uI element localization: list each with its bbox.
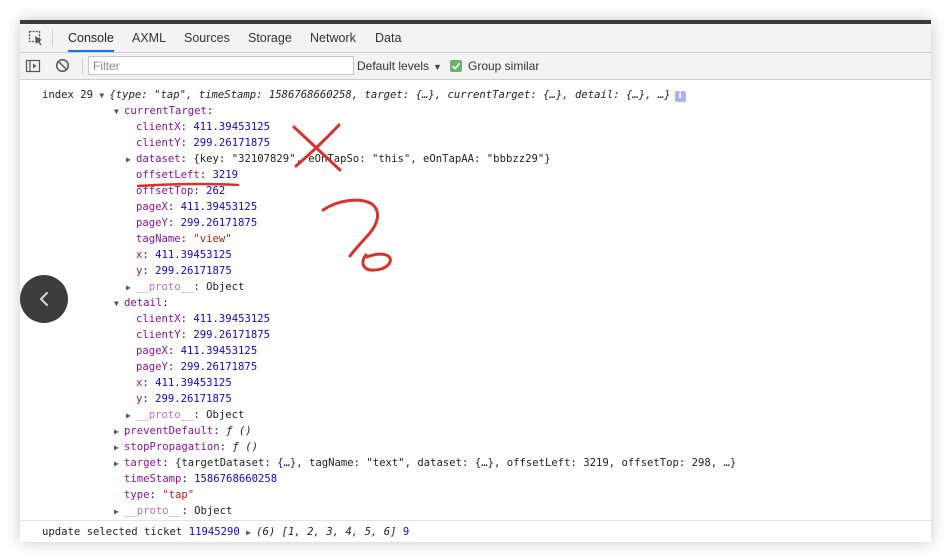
tree-item[interactable]: clientX: 411.39453125 — [136, 311, 270, 327]
ticket-number: 11945290 — [188, 526, 240, 538]
tree-item[interactable]: type: "tap" — [124, 487, 194, 503]
tree-item[interactable]: pageY: 299.26171875 — [136, 215, 257, 231]
tree-item-stopPropagation[interactable]: ▶ stopPropagation: ƒ () — [114, 439, 258, 455]
log-entry-index[interactable]: index 29 ▼ {type: "tap", timeStamp: 15867… — [42, 87, 686, 103]
expand-triangle-icon[interactable]: ▶ — [114, 504, 124, 520]
tree-item-detail[interactable]: ▼ detail: — [114, 295, 169, 311]
expand-triangle-icon[interactable]: ▶ — [114, 440, 124, 456]
inspect-element-icon[interactable] — [27, 29, 45, 47]
divider — [52, 29, 53, 47]
property-value: 411.39453125 — [180, 345, 258, 357]
property-value: "view" — [193, 233, 232, 245]
property-value: ƒ () — [226, 425, 252, 437]
tree-item[interactable]: clientX: 411.39453125 — [136, 119, 270, 135]
property-value: 299.26171875 — [155, 393, 232, 405]
property-value: 411.39453125 — [193, 121, 270, 133]
console-output: index 29 ▼ {type: "tap", timeStamp: 15867… — [20, 80, 931, 520]
property-value: 299.26171875 — [180, 361, 258, 373]
tree-item[interactable]: timeStamp: 1586768660258 — [124, 471, 277, 487]
property-key: currentTarget — [124, 105, 207, 117]
info-icon[interactable]: i — [674, 91, 686, 102]
property-value: 411.39453125 — [155, 377, 232, 389]
property-value: 299.26171875 — [180, 217, 258, 229]
caret-down-icon: ▼ — [433, 62, 442, 72]
tab-bar: Console AXML Sources Storage Network Dat… — [20, 24, 931, 53]
tree-item-preventDefault[interactable]: ▶ preventDefault: ƒ () — [114, 423, 252, 439]
property-value: 299.26171875 — [193, 137, 270, 149]
devtools-window: Console AXML Sources Storage Network Dat… — [20, 20, 931, 542]
tree-item[interactable]: pageX: 411.39453125 — [136, 199, 257, 215]
tree-item[interactable]: x: 411.39453125 — [136, 375, 232, 391]
tab-network[interactable]: Network — [310, 24, 356, 52]
expand-triangle-icon[interactable]: ▶ — [126, 152, 136, 168]
group-similar-label: Group similar — [468, 59, 540, 73]
tree-item[interactable]: y: 299.26171875 — [136, 263, 232, 279]
console-toolbar: Default levels▼ Group similar — [20, 53, 931, 80]
tree-item[interactable]: pageY: 299.26171875 — [136, 359, 257, 375]
tree-item[interactable]: y: 299.26171875 — [136, 391, 232, 407]
log-entry-update-ticket[interactable]: update selected ticket 11945290 ▶ (6) [1,… — [20, 520, 931, 542]
tree-item[interactable]: tagName: "view" — [136, 231, 232, 247]
expand-triangle-icon[interactable]: ▼ — [114, 104, 124, 120]
tree-item[interactable]: clientY: 299.26171875 — [136, 327, 270, 343]
tab-storage[interactable]: Storage — [248, 24, 292, 52]
sidebar-toggle-icon[interactable] — [25, 58, 41, 74]
expand-triangle-icon[interactable]: ▼ — [114, 296, 124, 312]
array-value: (6) [1, 2, 3, 4, 5, 6] — [256, 526, 397, 538]
tree-item[interactable]: offsetTop: 262 — [136, 183, 225, 199]
property-value: 1586768660258 — [194, 473, 278, 485]
expand-triangle-icon[interactable]: ▶ — [126, 408, 136, 424]
tab-console[interactable]: Console — [68, 24, 114, 52]
tree-item-proto[interactable]: ▶ __proto__: Object — [126, 279, 244, 295]
property-value: 411.39453125 — [193, 313, 270, 325]
expand-triangle-icon[interactable]: ▶ — [114, 456, 124, 472]
property-value: Object — [206, 409, 245, 421]
tree-item-proto[interactable]: ▶ __proto__: Object — [114, 503, 232, 519]
tree-item[interactable]: x: 411.39453125 — [136, 247, 232, 263]
object-summary: {type: "tap", timeStamp: 1586768660258, … — [109, 89, 671, 101]
clear-console-icon[interactable] — [54, 57, 71, 74]
property-value: "tap" — [162, 489, 195, 501]
log-text: update selected ticket — [42, 526, 183, 538]
tab-data[interactable]: Data — [375, 24, 401, 52]
back-button[interactable] — [20, 275, 68, 323]
tree-item[interactable]: pageX: 411.39453125 — [136, 343, 257, 359]
property-value: Object — [206, 281, 245, 293]
property-key: detail — [124, 297, 163, 309]
expand-triangle-icon[interactable]: ▶ — [126, 280, 136, 296]
property-value: Object — [194, 505, 233, 517]
property-value: 299.26171875 — [193, 329, 270, 341]
log-prefix: index 29 — [42, 89, 94, 101]
property-value: 299.26171875 — [155, 265, 232, 277]
property-value: {targetDataset: {…}, tagName: "text", da… — [175, 457, 737, 469]
tree-item-currentTarget[interactable]: ▼ currentTarget: — [114, 103, 213, 119]
property-value: 3219 — [212, 169, 239, 181]
property-value: 411.39453125 — [180, 201, 258, 213]
tree-item-target[interactable]: ▶ target: {targetDataset: {…}, tagName: "… — [114, 455, 736, 471]
tab-axml[interactable]: AXML — [132, 24, 166, 52]
divider — [82, 58, 83, 74]
chevron-left-icon — [39, 291, 49, 307]
property-value: 262 — [206, 185, 226, 197]
tree-item[interactable]: clientY: 299.26171875 — [136, 135, 270, 151]
property-value: 411.39453125 — [155, 249, 232, 261]
default-levels-dropdown[interactable]: Default levels ▼ — [357, 53, 442, 79]
expand-triangle-icon[interactable]: ▼ — [99, 88, 109, 104]
checkmark-icon — [450, 60, 462, 72]
tab-sources[interactable]: Sources — [184, 24, 230, 52]
group-similar-checkbox[interactable]: Group similar — [450, 53, 539, 79]
default-levels-label: Default levels — [357, 59, 430, 73]
property-value: {key: "32107829", eOnTapSo: "this", eOnT… — [193, 153, 551, 165]
tree-item-proto[interactable]: ▶ __proto__: Object — [126, 407, 244, 423]
filter-input[interactable] — [88, 56, 354, 75]
expand-triangle-icon[interactable]: ▶ — [114, 424, 124, 440]
property-value: ƒ () — [232, 441, 258, 453]
tree-item-dataset[interactable]: ▶ dataset: {key: "32107829", eOnTapSo: "t… — [126, 151, 551, 167]
count-value: 9 — [402, 526, 410, 538]
tree-item-offsetLeft[interactable]: offsetLeft: 3219 — [136, 167, 238, 183]
expand-triangle-icon[interactable]: ▶ — [246, 525, 256, 541]
